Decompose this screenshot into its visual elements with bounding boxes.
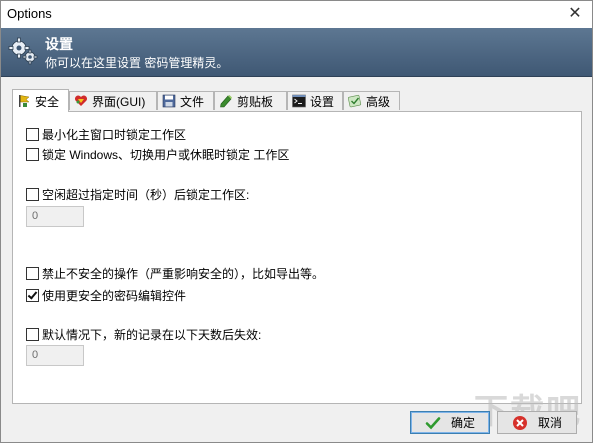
clipboard-icon xyxy=(220,95,232,108)
checkbox-box[interactable] xyxy=(26,328,39,341)
default-expiry-days-input[interactable]: 0 xyxy=(26,345,84,366)
tab-gui-label: 界面(GUI) xyxy=(92,94,146,109)
ok-label: 确定 xyxy=(450,416,475,430)
lock-on-switch-checkbox[interactable]: 锁定 Windows、切换用户或休眠时锁定 工作区 xyxy=(26,146,289,163)
tab-security[interactable]: 安全 xyxy=(12,89,69,112)
header-banner: 设置 你可以在这里设置 密码管理精灵。 xyxy=(1,28,592,77)
tab-file[interactable]: 文件 xyxy=(157,91,214,110)
secure-edit-checkbox[interactable]: 使用更安全的密码编辑控件 xyxy=(26,287,186,304)
tab-clipboard[interactable]: 剪贴板 xyxy=(214,91,287,110)
default-expiry-checkbox[interactable]: 默认情况下，新的记录在以下天数后失效: xyxy=(26,326,261,343)
tab-clipboard-label: 剪贴板 xyxy=(237,94,274,109)
checkbox-box[interactable] xyxy=(26,267,39,280)
tab-advanced[interactable]: 高级 xyxy=(343,91,400,110)
checkbox-box[interactable] xyxy=(26,188,39,201)
window-title: Options xyxy=(7,6,52,21)
checkbox-box-checked[interactable] xyxy=(26,289,39,302)
block-unsafe-label: 禁止不安全的操作（严重影响安全的），比如导出等。 xyxy=(42,267,325,281)
lock-idle-label: 空闲超过指定时间（秒）后锁定工作区: xyxy=(42,188,250,202)
gears-icon xyxy=(8,37,38,65)
ok-button[interactable]: 确定 xyxy=(410,411,490,434)
lock-on-minimize-checkbox[interactable]: 最小化主窗口时锁定工作区 xyxy=(26,126,186,143)
cancel-button[interactable]: 取消 xyxy=(497,411,577,434)
secure-edit-label: 使用更安全的密码编辑控件 xyxy=(42,289,187,303)
advanced-icon xyxy=(348,94,362,108)
cancel-label: 取消 xyxy=(537,416,562,430)
cancel-icon xyxy=(512,415,527,430)
checkbox-box[interactable] xyxy=(26,148,39,161)
header-description: 你可以在这里设置 密码管理精灵。 xyxy=(45,56,229,70)
heart-icon xyxy=(74,95,88,106)
default-expiry-label: 默认情况下，新的记录在以下天数后失效: xyxy=(42,328,262,342)
tab-settings[interactable]: 设置 xyxy=(287,91,343,110)
checkmark-icon xyxy=(425,416,441,429)
close-button[interactable]: ✕ xyxy=(558,1,592,28)
block-unsafe-checkbox[interactable]: 禁止不安全的操作（严重影响安全的），比如导出等。 xyxy=(26,265,324,282)
checkbox-box[interactable] xyxy=(26,128,39,141)
tab-settings-label: 设置 xyxy=(310,94,335,109)
terminal-icon xyxy=(292,94,306,108)
tab-gui[interactable]: 界面(GUI) xyxy=(69,91,157,110)
title-bar: Options ✕ xyxy=(1,1,592,28)
floppy-disk-icon xyxy=(162,94,176,108)
options-window: Options ✕ 设置 你可以在这里设置 密码管理精灵。 安全 界面(GUI)… xyxy=(0,0,593,443)
tab-security-label: 安全 xyxy=(35,94,60,109)
tab-advanced-label: 高级 xyxy=(366,94,391,109)
header-title: 设置 xyxy=(45,36,73,52)
security-flag-icon xyxy=(19,95,30,107)
lock-on-minimize-label: 最小化主窗口时锁定工作区 xyxy=(42,128,187,142)
tab-file-label: 文件 xyxy=(180,94,205,109)
lock-idle-seconds-input[interactable]: 0 xyxy=(26,206,84,227)
lock-idle-checkbox[interactable]: 空闲超过指定时间（秒）后锁定工作区: xyxy=(26,186,249,203)
lock-on-switch-label: 锁定 Windows、切换用户或休眠时锁定 工作区 xyxy=(42,148,290,162)
